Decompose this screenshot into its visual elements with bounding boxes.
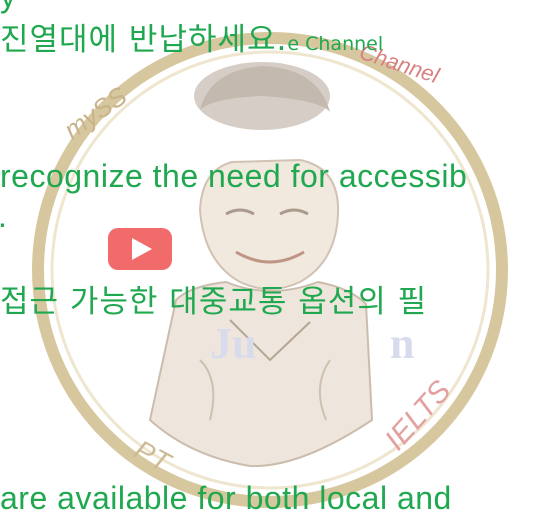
- subtitle-line-korean-4: 접근 가능한 대중교통 옵션의 필: [0, 284, 428, 320]
- subtitle-line-korean-1-text: 진열대에 반납하세요.: [0, 22, 288, 58]
- subtitle-line-korean-1-tail: e Channel: [287, 33, 384, 55]
- channel-watermark: mySS Channel IELTS PT Ju n: [32, 32, 508, 508]
- subtitle-line-korean-1: 진열대에 반납하세요.e Channel: [0, 20, 383, 64]
- play-icon: [108, 228, 172, 270]
- faded-wordmark-tail: n: [390, 319, 414, 368]
- subtitle-line-english-5: are available for both local and: [0, 480, 452, 516]
- subtitle-top-fragment: y: [0, 0, 17, 16]
- subtitle-line-fragment-3: .: [0, 196, 7, 236]
- subtitle-line-english-2: recognize the need for accessib: [0, 158, 468, 194]
- portrait-sketch: [148, 62, 374, 468]
- faded-wordmark: Ju: [210, 319, 256, 368]
